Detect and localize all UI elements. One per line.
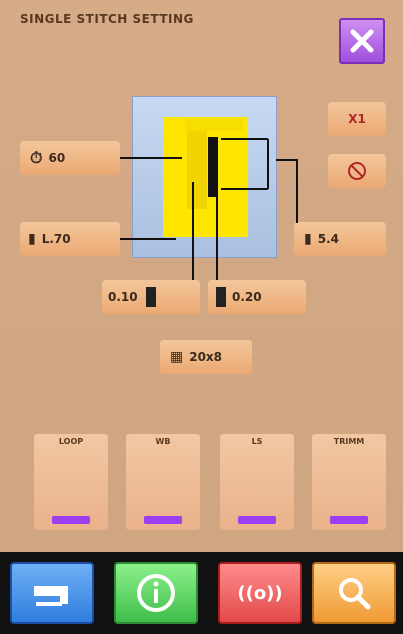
left-offset-field[interactable]: 0.10 bbox=[102, 280, 200, 314]
page-title: SINGLE STITCH SETTING bbox=[20, 12, 194, 26]
thumb-bar bbox=[52, 516, 90, 524]
thumb-ls[interactable]: LS bbox=[220, 434, 294, 530]
stitch-count-value: 5.4 bbox=[317, 232, 339, 246]
x1-button[interactable]: X1 bbox=[328, 102, 386, 136]
speed-value: 60 bbox=[48, 151, 66, 165]
stop-icon bbox=[348, 162, 366, 180]
connector-line bbox=[192, 182, 194, 280]
length-icon: ▮ bbox=[28, 231, 36, 247]
connector-line bbox=[120, 238, 176, 240]
left-offset-value: 0.10 bbox=[108, 290, 138, 304]
close-icon bbox=[350, 29, 374, 53]
info-button[interactable] bbox=[114, 562, 198, 624]
right-offset-field[interactable]: 0.20 bbox=[208, 280, 306, 314]
info-icon bbox=[137, 574, 175, 612]
thumb-caption: LOOP bbox=[58, 437, 84, 446]
close-button[interactable] bbox=[339, 18, 385, 64]
speed-icon: ⏱ bbox=[30, 148, 43, 167]
thumb-caption: WB bbox=[155, 437, 171, 446]
stitch-count-field[interactable]: ▮ 5.4 bbox=[294, 222, 386, 256]
grid-value: 20x8 bbox=[189, 350, 223, 364]
svg-text:((o)): ((o)) bbox=[237, 583, 282, 604]
connector-line bbox=[276, 159, 296, 161]
thumb-caption: LS bbox=[251, 437, 263, 446]
connector-line bbox=[120, 157, 182, 159]
length-field[interactable]: ▮ L.70 bbox=[20, 222, 120, 256]
alarm-button[interactable]: ((o)) bbox=[218, 562, 302, 624]
grid-icon: ▦ bbox=[170, 349, 184, 365]
thumb-bar bbox=[144, 516, 182, 524]
search-icon bbox=[339, 578, 371, 610]
connector-line bbox=[216, 188, 218, 280]
thumb-caption: TRIMM bbox=[333, 437, 365, 446]
left-needle-icon bbox=[145, 287, 156, 307]
machine-button[interactable] bbox=[10, 562, 94, 624]
stitch-diagram-icon bbox=[163, 117, 269, 237]
thumb-bar bbox=[330, 516, 368, 524]
alarm-icon: ((o)) bbox=[237, 583, 282, 604]
thumb-wb[interactable]: WB bbox=[126, 434, 200, 530]
thumb-trimm[interactable]: TRIMM bbox=[312, 434, 386, 530]
length-value: L.70 bbox=[41, 232, 71, 246]
x1-label: X1 bbox=[348, 112, 366, 126]
right-offset-value: 0.20 bbox=[232, 290, 262, 304]
stitch-diagram bbox=[132, 96, 277, 258]
stop-button[interactable] bbox=[328, 154, 386, 188]
panel: SINGLE STITCH SETTING ⏱ 60 ▮ L.70 0.10 0… bbox=[0, 0, 403, 634]
right-needle-icon bbox=[216, 287, 226, 307]
stitch-count-icon: ▮ bbox=[304, 231, 312, 247]
connector-line bbox=[296, 159, 298, 223]
search-button[interactable] bbox=[312, 562, 396, 624]
bottom-navigation: ((o)) bbox=[0, 552, 403, 634]
sewing-machine-icon bbox=[34, 586, 68, 606]
grid-field[interactable]: ▦ 20x8 bbox=[160, 340, 252, 374]
thumb-loop[interactable]: LOOP bbox=[34, 434, 108, 530]
speed-field[interactable]: ⏱ 60 bbox=[20, 141, 120, 175]
thumb-bar bbox=[238, 516, 276, 524]
